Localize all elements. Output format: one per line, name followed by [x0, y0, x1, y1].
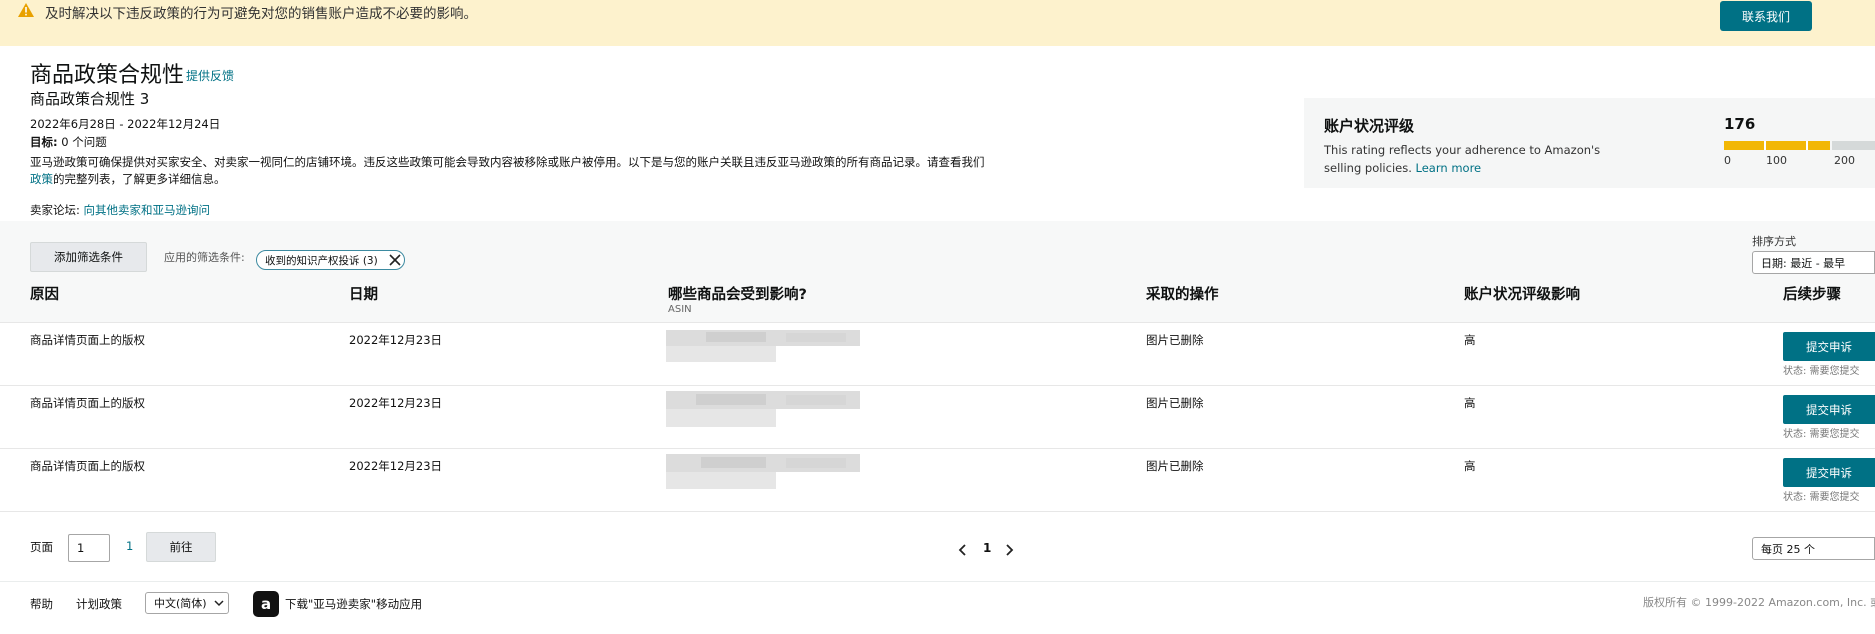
blurred-product-image	[666, 330, 860, 362]
copyright: 版权所有 © 1999-2022 Amazon.com, Inc. 或	[1643, 596, 1875, 609]
row-divider	[0, 448, 1875, 449]
policy-description: 亚马逊政策可确保提供对买家安全、对卖家一视同仁的店铺环境。违反这些政策可能会导致…	[30, 154, 990, 188]
blurred-product-image	[666, 454, 860, 489]
reason-link[interactable]: 商品详情页面上的版权	[30, 395, 145, 411]
learn-more-link[interactable]: Learn more	[1416, 161, 1482, 175]
row-date: 2022年12月23日	[349, 459, 443, 473]
forum-link[interactable]: 向其他卖家和亚马逊询问	[84, 203, 211, 217]
column-header-action: 采取的操作	[1146, 287, 1219, 303]
go-button[interactable]: 前往	[146, 532, 216, 562]
row-impact: 高	[1464, 333, 1476, 347]
row-date: 2022年12月23日	[349, 333, 443, 347]
health-score: 176	[1724, 115, 1756, 133]
row-action: 图片已删除	[1146, 333, 1204, 347]
target-label: 目标:	[30, 135, 58, 149]
row-divider	[0, 511, 1875, 512]
forum-label: 卖家论坛:	[30, 203, 80, 217]
warning-triangle-icon	[18, 3, 34, 17]
help-link[interactable]: 帮助	[30, 596, 53, 612]
page-title: 商品政策合规性	[30, 63, 185, 88]
target-value: 0 个问题	[61, 135, 107, 149]
row-impact: 高	[1464, 396, 1476, 410]
column-header-impact: 账户状况评级影响	[1464, 287, 1580, 303]
description-text-end: 的完整列表，了解更多详细信息。	[53, 172, 226, 186]
blurred-product-image	[666, 391, 860, 427]
health-rating-bar	[1724, 141, 1875, 150]
chevron-down-icon	[214, 600, 224, 607]
reason-link[interactable]: 商品详情页面上的版权	[30, 458, 145, 474]
program-policies-link[interactable]: 计划政策	[76, 596, 122, 612]
per-page-select[interactable]: 每页 25 个	[1752, 537, 1875, 560]
applied-filters-label: 应用的筛选条件:	[164, 251, 245, 264]
close-icon[interactable]	[386, 251, 404, 269]
page-total: 1	[126, 539, 134, 553]
health-bar-track	[1832, 141, 1875, 150]
column-header-date: 日期	[349, 287, 378, 303]
target-line: 目标: 0 个问题	[30, 134, 107, 150]
row-date: 2022年12月23日	[349, 396, 443, 410]
sort-select[interactable]: 日期: 最近 - 最早	[1752, 251, 1875, 274]
asin-subheader: ASIN	[668, 304, 692, 315]
row-impact: 高	[1464, 459, 1476, 473]
feedback-link[interactable]: 提供反馈	[186, 67, 234, 84]
health-description: This rating reflects your adherence to A…	[1324, 141, 1624, 177]
chevron-right-icon[interactable]	[1001, 542, 1017, 558]
row-divider	[0, 385, 1875, 386]
policy-link[interactable]: 政策	[30, 172, 53, 186]
add-filter-button[interactable]: 添加筛选条件	[30, 242, 147, 272]
page-label: 页面	[30, 540, 53, 554]
warning-banner: 及时解决以下违反政策的行为可避免对您的销售账户造成不必要的影响。 联系我们	[0, 0, 1875, 46]
page-subtitle: 商品政策合规性 3	[30, 90, 150, 108]
row-action: 图片已删除	[1146, 459, 1204, 473]
page-number-input[interactable]: 1	[68, 534, 110, 562]
download-app-link[interactable]: 下载"亚马逊卖家"移动应用	[285, 596, 422, 612]
row-status: 状态: 需要您提交	[1783, 492, 1860, 503]
banner-message: 及时解决以下违反政策的行为可避免对您的销售账户造成不必要的影响。	[45, 6, 477, 22]
health-tick: 0	[1724, 154, 1731, 167]
submit-appeal-button[interactable]: 提交申诉	[1783, 458, 1875, 487]
health-bar-separator	[1764, 141, 1766, 150]
row-action: 图片已删除	[1146, 396, 1204, 410]
amazon-seller-app-icon: a	[253, 591, 279, 617]
row-divider	[0, 322, 1875, 323]
health-tick: 200	[1834, 154, 1855, 167]
description-text: 亚马逊政策可确保提供对买家安全、对卖家一视同仁的店铺环境。违反这些政策可能会导致…	[30, 155, 985, 169]
contact-us-button[interactable]: 联系我们	[1720, 1, 1812, 31]
submit-appeal-button[interactable]: 提交申诉	[1783, 395, 1875, 424]
health-tick: 100	[1766, 154, 1787, 167]
row-status: 状态: 需要您提交	[1783, 429, 1860, 440]
row-status: 状态: 需要您提交	[1783, 366, 1860, 377]
column-header-affected-products: 哪些商品会受到影响?	[668, 287, 807, 303]
sort-label: 排序方式	[1752, 235, 1796, 248]
chevron-left-icon[interactable]	[955, 542, 971, 558]
health-bar-separator	[1806, 141, 1808, 150]
current-page[interactable]: 1	[983, 541, 991, 555]
health-bar-fill	[1724, 141, 1830, 150]
column-header-next-steps: 后续步骤	[1783, 287, 1841, 303]
column-header-reason: 原因	[30, 287, 59, 303]
account-health-card: 账户状况评级 This rating reflects your adheren…	[1304, 98, 1875, 188]
date-range: 2022年6月28日 - 2022年12月24日	[30, 117, 221, 131]
seller-forum-line: 卖家论坛: 向其他卖家和亚马逊询问	[30, 202, 210, 218]
reason-link[interactable]: 商品详情页面上的版权	[30, 332, 145, 348]
filter-area	[0, 221, 1875, 323]
filter-chip[interactable]: 收到的知识产权投诉 (3)	[256, 250, 405, 270]
health-title: 账户状况评级	[1324, 117, 1415, 135]
submit-appeal-button[interactable]: 提交申诉	[1783, 332, 1875, 361]
footer-divider	[0, 581, 1875, 582]
